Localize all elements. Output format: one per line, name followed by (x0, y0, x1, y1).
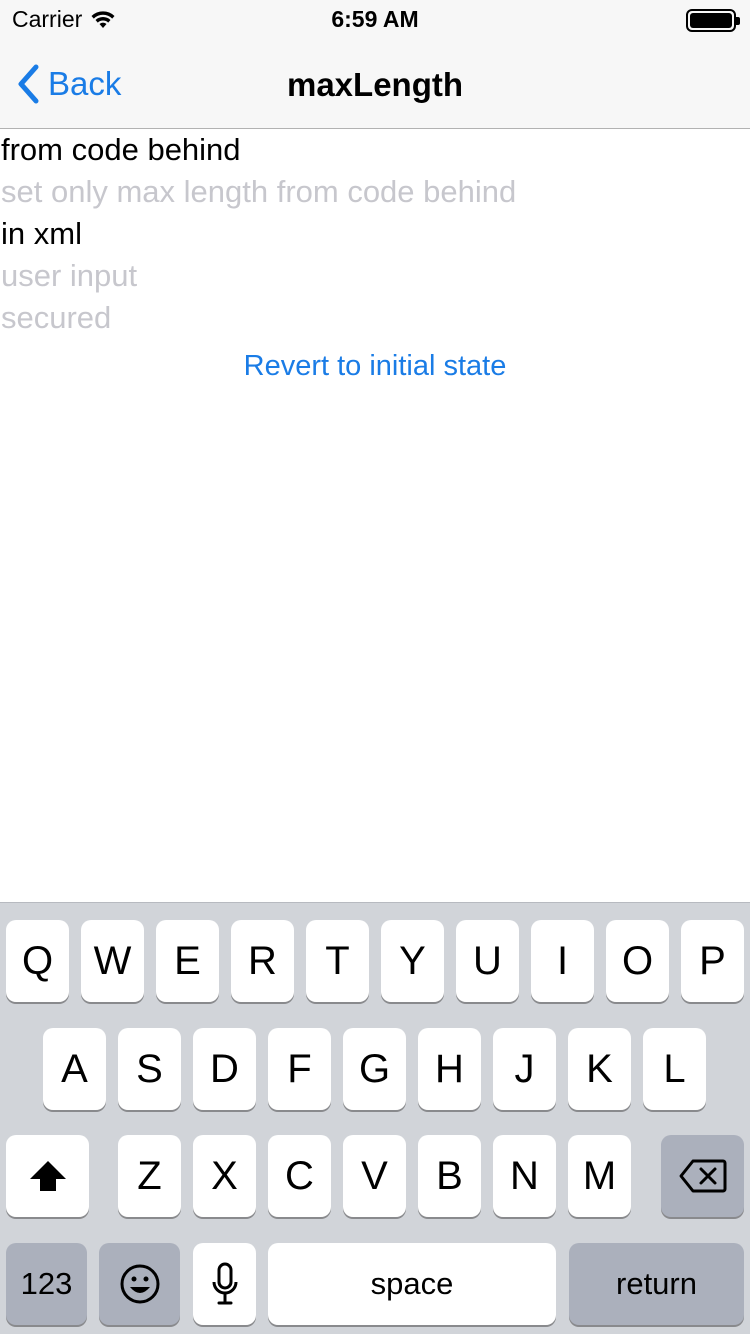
return-key[interactable]: return (569, 1243, 744, 1325)
key-o[interactable]: O (606, 920, 669, 1002)
key-c[interactable]: C (268, 1135, 331, 1217)
status-bar: Carrier 6:59 AM (0, 0, 750, 40)
status-time: 6:59 AM (331, 6, 419, 32)
key-s[interactable]: S (118, 1028, 181, 1110)
key-x[interactable]: X (193, 1135, 256, 1217)
dictation-key[interactable] (193, 1243, 256, 1325)
key-a[interactable]: A (43, 1028, 106, 1110)
key-q[interactable]: Q (6, 920, 69, 1002)
key-p[interactable]: P (681, 920, 744, 1002)
key-e[interactable]: E (156, 920, 219, 1002)
key-n[interactable]: N (493, 1135, 556, 1217)
key-j[interactable]: J (493, 1028, 556, 1110)
field-set-only-max-length[interactable]: set only max length from code behind (0, 171, 750, 213)
emoji-key[interactable] (99, 1243, 180, 1325)
microphone-icon (212, 1262, 237, 1305)
field-from-code-behind[interactable]: from code behind (0, 129, 750, 171)
emoji-icon (120, 1264, 159, 1304)
field-secured[interactable]: secured (0, 297, 750, 339)
key-b[interactable]: B (418, 1135, 481, 1217)
delete-icon (679, 1159, 726, 1193)
key-f[interactable]: F (268, 1028, 331, 1110)
key-h[interactable]: H (418, 1028, 481, 1110)
key-z[interactable]: Z (118, 1135, 181, 1217)
space-key[interactable]: space (268, 1243, 556, 1325)
key-l[interactable]: L (643, 1028, 706, 1110)
key-k[interactable]: K (568, 1028, 631, 1110)
page-title: maxLength (286, 66, 464, 103)
navigation-bar: Back maxLength (0, 40, 750, 129)
shift-icon (29, 1161, 66, 1191)
key-u[interactable]: U (456, 920, 519, 1002)
key-v[interactable]: V (343, 1135, 406, 1217)
numbers-key[interactable]: 123 (6, 1243, 87, 1325)
key-i[interactable]: I (531, 920, 594, 1002)
battery-icon (686, 9, 740, 32)
field-in-xml[interactable]: in xml (0, 213, 750, 255)
key-t[interactable]: T (306, 920, 369, 1002)
content-area: from code behind set only max length fro… (0, 129, 750, 339)
key-g[interactable]: G (343, 1028, 406, 1110)
key-d[interactable]: D (193, 1028, 256, 1110)
key-m[interactable]: M (568, 1135, 631, 1217)
key-y[interactable]: Y (381, 920, 444, 1002)
revert-button[interactable]: Revert to initial state (0, 350, 750, 383)
backspace-key[interactable] (661, 1135, 744, 1217)
shift-key[interactable] (6, 1135, 89, 1217)
key-r[interactable]: R (231, 920, 294, 1002)
key-w[interactable]: W (81, 920, 144, 1002)
keyboard: Q W E R T Y U I O P A S D F G H J K L Z … (0, 902, 750, 1334)
field-user-input[interactable]: user input (0, 255, 750, 297)
